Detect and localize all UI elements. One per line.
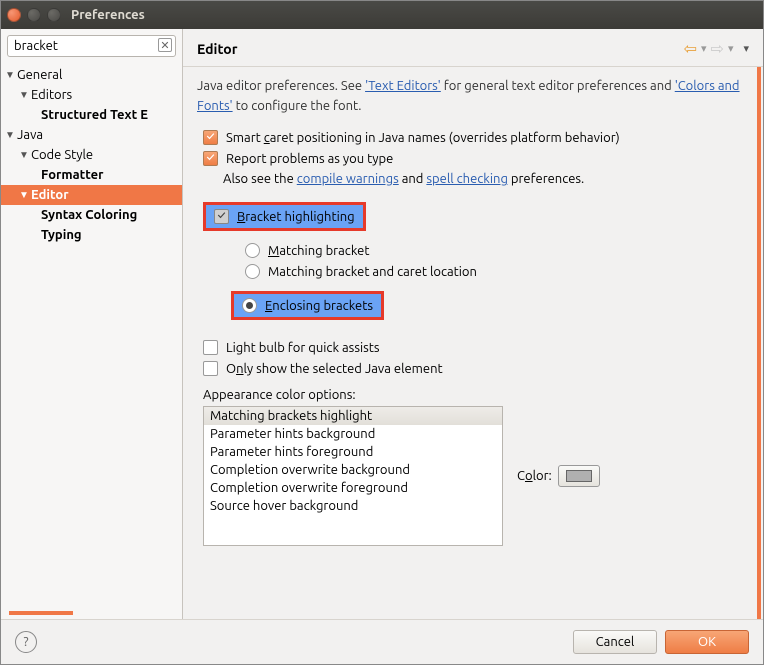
opt-smart-caret[interactable]: Smart caret positioning in Java names (o… (203, 130, 743, 145)
link-text-editors[interactable]: 'Text Editors' (365, 79, 441, 93)
checkbox-icon[interactable] (203, 130, 218, 145)
nav-back-menu-icon[interactable]: ▾ (701, 42, 707, 55)
color-swatch (566, 470, 592, 482)
content-header: Editor ⇦ ▾ ⇨ ▾ ▾ (183, 29, 763, 67)
nav-forward-menu-icon[interactable]: ▾ (728, 42, 734, 55)
radio-icon[interactable] (245, 264, 260, 279)
tree-item-formatter[interactable]: Formatter (1, 165, 182, 185)
tree-item-editors[interactable]: ▼Editors (1, 85, 182, 105)
list-item[interactable]: Completion overwrite background (204, 461, 502, 479)
content-pane: Editor ⇦ ▾ ⇨ ▾ ▾ Java editor preferences… (183, 29, 763, 619)
tree-item-editor[interactable]: ▼Editor (1, 185, 182, 205)
opt-light-bulb[interactable]: Light bulb for quick assists (203, 340, 743, 355)
window-minimize-button[interactable] (27, 8, 41, 22)
list-item[interactable]: Parameter hints foreground (204, 443, 502, 461)
nav-forward-icon: ⇨ (711, 39, 724, 58)
tree-item-structured-text[interactable]: Structured Text E (1, 105, 182, 125)
window-close-button[interactable] (7, 8, 21, 22)
clear-search-icon[interactable]: ✕ (158, 38, 172, 52)
appearance-color-list[interactable]: Matching brackets highlight Parameter hi… (203, 406, 503, 546)
preference-tree: ▼General ▼Editors Structured Text E ▼Jav… (1, 63, 182, 607)
list-item[interactable]: Completion overwrite foreground (204, 479, 502, 497)
titlebar: Preferences (1, 1, 763, 29)
color-label: Color: (517, 469, 552, 483)
color-picker-button[interactable] (558, 465, 600, 487)
help-button[interactable]: ? (15, 631, 37, 653)
page-title: Editor (197, 41, 684, 57)
link-compile-warnings[interactable]: compile warnings (297, 172, 399, 186)
help-text: Java editor preferences. See 'Text Edito… (197, 77, 743, 116)
opt-bracket-highlighting[interactable]: Bracket highlighting (203, 202, 366, 231)
checkbox-icon[interactable] (214, 209, 229, 224)
tree-item-general[interactable]: ▼General (1, 65, 182, 85)
dialog-footer: ? Cancel OK (1, 619, 763, 664)
window-title: Preferences (71, 8, 145, 22)
checkbox-icon[interactable] (203, 340, 218, 355)
sidebar: ✕ ▼General ▼Editors Structured Text E ▼J… (1, 29, 183, 619)
link-spell-checking[interactable]: spell checking (426, 172, 508, 186)
window-maximize-button[interactable] (47, 8, 61, 22)
tree-item-code-style[interactable]: ▼Code Style (1, 145, 182, 165)
list-item[interactable]: Parameter hints background (204, 425, 502, 443)
opt-only-selected[interactable]: Only show the selected Java element (203, 361, 743, 376)
list-item[interactable]: Source hover background (204, 497, 502, 515)
opt-report-problems[interactable]: Report problems as you type (203, 151, 743, 166)
also-see-note: Also see the compile warnings and spell … (223, 172, 743, 186)
ok-button[interactable]: OK (665, 630, 749, 654)
filter-input[interactable] (7, 35, 176, 57)
tree-item-java[interactable]: ▼Java (1, 125, 182, 145)
nav-back-icon[interactable]: ⇦ (684, 39, 697, 58)
opt-matching-caret-location[interactable]: Matching bracket and caret location (245, 264, 743, 279)
list-item[interactable]: Matching brackets highlight (204, 407, 502, 425)
checkbox-icon[interactable] (203, 151, 218, 166)
view-menu-icon[interactable]: ▾ (743, 42, 749, 55)
opt-matching-bracket[interactable]: Matching bracket (245, 243, 743, 258)
cancel-button[interactable]: Cancel (573, 630, 657, 654)
radio-icon[interactable] (245, 243, 260, 258)
tree-item-syntax-coloring[interactable]: Syntax Coloring (1, 205, 182, 225)
filter-search: ✕ (7, 35, 176, 57)
radio-icon[interactable] (242, 298, 257, 313)
sidebar-indicator (9, 611, 73, 615)
tree-item-typing[interactable]: Typing (1, 225, 182, 245)
checkbox-icon[interactable] (203, 361, 218, 376)
opt-enclosing-brackets[interactable]: Enclosing brackets (231, 291, 384, 320)
appearance-color-label: Appearance color options: (203, 388, 743, 402)
